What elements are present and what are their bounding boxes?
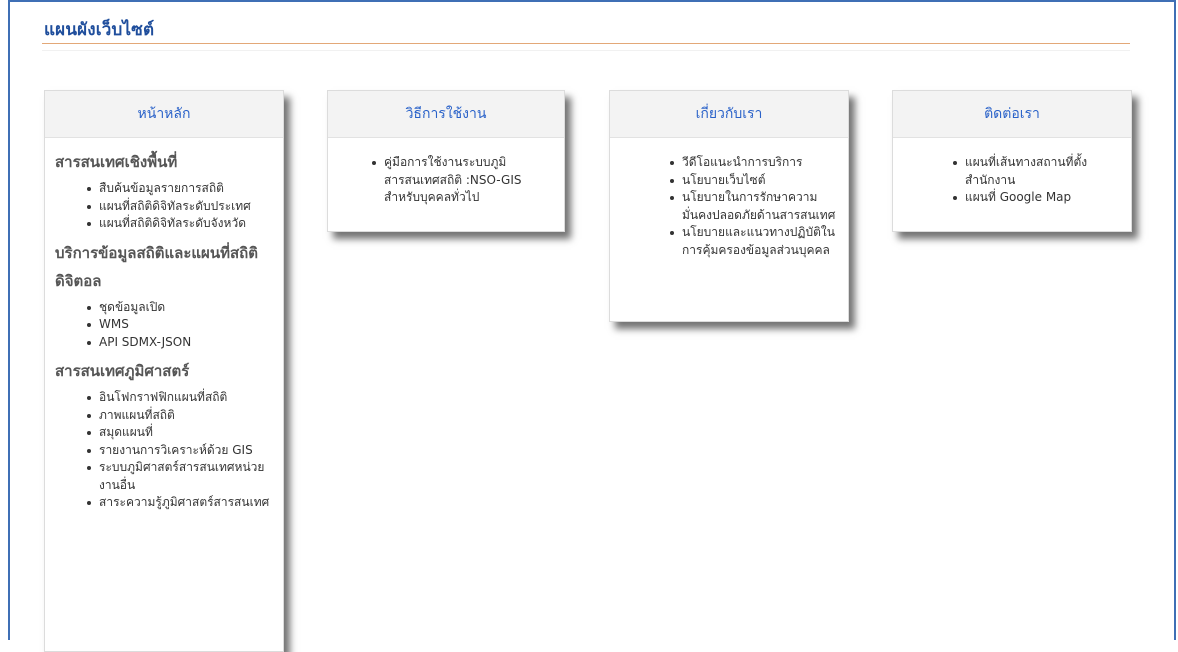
card-header-usage[interactable]: วิธีการใช้งาน <box>328 91 564 138</box>
sitemap-link[interactable]: WMS <box>87 316 273 334</box>
sitemap-card-contact: ติดต่อเรา แผนที่เส้นทางสถานที่ตั้งสำนักง… <box>892 90 1132 232</box>
sitemap-link[interactable]: แผนที่ Google Map <box>953 189 1121 207</box>
sitemap-link[interactable]: อินโฟกราฟฟิกแผนที่สถิติ <box>87 389 273 407</box>
sitemap-link[interactable]: แผนที่เส้นทางสถานที่ตั้งสำนักงาน <box>953 154 1121 189</box>
list-usage: คู่มือการใช้งานระบบภูมิสารสนเทศสถิติ :NS… <box>338 154 554 207</box>
sitemap-link[interactable]: ชุดข้อมูลเปิด <box>87 299 273 317</box>
sitemap-link[interactable]: รายงานการวิเคราะห์ด้วย GIS <box>87 442 273 460</box>
card-body-contact: แผนที่เส้นทางสถานที่ตั้งสำนักงาน แผนที่ … <box>893 138 1131 207</box>
sitemap-link[interactable]: ภาพแผนที่สถิติ <box>87 407 273 425</box>
list-contact: แผนที่เส้นทางสถานที่ตั้งสำนักงาน แผนที่ … <box>903 154 1121 207</box>
sitemap-link[interactable]: วีดีโอแนะนำการบริการ <box>670 154 838 172</box>
sitemap-card-about: เกี่ยวกับเรา วีดีโอแนะนำการบริการ นโยบาย… <box>609 90 849 322</box>
sitemap-link[interactable]: นโยบายในการรักษาความมั่นคงปลอดภัยด้านสาร… <box>670 189 838 224</box>
section-data-services: บริการข้อมูลสถิติและแผนที่สถิติดิจิตอล ช… <box>55 239 273 352</box>
card-header-home[interactable]: หน้าหลัก <box>45 91 283 138</box>
section-list-data-services: ชุดข้อมูลเปิด WMS API SDMX-JSON <box>55 299 273 352</box>
card-header-about[interactable]: เกี่ยวกับเรา <box>610 91 848 138</box>
section-geo-info: สารสนเทศภูมิศาสตร์ อินโฟกราฟฟิกแผนที่สถิ… <box>55 357 273 512</box>
sitemap-link[interactable]: นโยบายเว็บไซต์ <box>670 172 838 190</box>
section-list-spatial-info: สืบค้นข้อมูลรายการสถิติ แผนที่สถิติดิจิท… <box>55 180 273 233</box>
section-list-geo-info: อินโฟกราฟฟิกแผนที่สถิติ ภาพแผนที่สถิติ ส… <box>55 389 273 512</box>
title-divider <box>42 43 1130 44</box>
sitemap-card-home: หน้าหลัก สารสนเทศเชิงพื้นที่ สืบค้นข้อมู… <box>44 90 284 652</box>
card-body-about: วีดีโอแนะนำการบริการ นโยบายเว็บไซต์ นโยบ… <box>610 138 848 259</box>
card-header-contact[interactable]: ติดต่อเรา <box>893 91 1131 138</box>
card-body-home: สารสนเทศเชิงพื้นที่ สืบค้นข้อมูลรายการสถ… <box>45 138 283 512</box>
sitemap-link[interactable]: สาระความรู้ภูมิศาสตร์สารสนเทศ <box>87 494 273 512</box>
sitemap-link[interactable]: API SDMX-JSON <box>87 334 273 352</box>
sitemap-link[interactable]: คู่มือการใช้งานระบบภูมิสารสนเทศสถิติ :NS… <box>372 154 554 207</box>
list-about: วีดีโอแนะนำการบริการ นโยบายเว็บไซต์ นโยบ… <box>620 154 838 259</box>
section-title-spatial-info[interactable]: สารสนเทศเชิงพื้นที่ <box>55 148 273 176</box>
title-divider-light <box>42 50 1130 51</box>
section-spatial-info: สารสนเทศเชิงพื้นที่ สืบค้นข้อมูลรายการสถ… <box>55 148 273 233</box>
card-body-usage: คู่มือการใช้งานระบบภูมิสารสนเทศสถิติ :NS… <box>328 138 564 207</box>
sitemap-link[interactable]: แผนที่สถิติดิจิทัลระดับจังหวัด <box>87 215 273 233</box>
section-title-geo-info[interactable]: สารสนเทศภูมิศาสตร์ <box>55 357 273 385</box>
page-title: แผนผังเว็บไซต์ <box>44 20 155 40</box>
sitemap-link[interactable]: ระบบภูมิศาสตร์สารสนเทศหน่วยงานอื่น <box>87 459 273 494</box>
sitemap-link[interactable]: แผนที่สถิติดิจิทัลระดับประเทศ <box>87 198 273 216</box>
sitemap-card-usage: วิธีการใช้งาน คู่มือการใช้งานระบบภูมิสาร… <box>327 90 565 232</box>
sitemap-link[interactable]: นโยบายและแนวทางปฏิบัติในการคุ้มครองข้อมู… <box>670 224 838 259</box>
section-title-data-services[interactable]: บริการข้อมูลสถิติและแผนที่สถิติดิจิตอล <box>55 239 273 295</box>
sitemap-link[interactable]: สืบค้นข้อมูลรายการสถิติ <box>87 180 273 198</box>
sitemap-link[interactable]: สมุดแผนที่ <box>87 424 273 442</box>
